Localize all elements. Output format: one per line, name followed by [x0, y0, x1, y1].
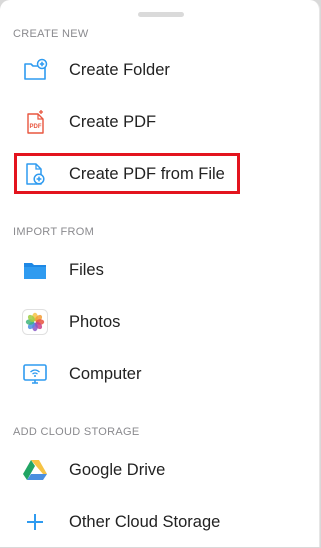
sheet-grabber-handle[interactable] — [138, 12, 184, 17]
create-pdf-item[interactable]: PDF Create PDF — [0, 96, 319, 148]
photos-label: Photos — [69, 313, 121, 331]
section-header-import-from: IMPORT FROM — [13, 226, 95, 238]
google-drive-icon — [23, 460, 47, 480]
photos-item[interactable]: Photos — [0, 296, 319, 348]
files-item[interactable]: Files — [0, 244, 319, 296]
create-folder-item[interactable]: Create Folder — [0, 44, 319, 96]
computer-label: Computer — [69, 365, 142, 383]
photos-app-icon — [22, 309, 48, 335]
svg-text:PDF: PDF — [30, 124, 42, 130]
monitor-wifi-icon — [23, 364, 47, 384]
google-drive-label: Google Drive — [69, 461, 166, 479]
files-folder-icon — [24, 263, 46, 279]
create-pdf-label: Create PDF — [69, 113, 157, 131]
section-header-add-cloud-storage: ADD CLOUD STORAGE — [13, 426, 140, 438]
google-drive-item[interactable]: Google Drive — [0, 444, 319, 496]
pdf-document-icon: PDF — [27, 110, 44, 134]
create-folder-label: Create Folder — [69, 61, 170, 79]
highlight-box — [14, 153, 240, 194]
other-cloud-storage-label: Other Cloud Storage — [69, 513, 221, 531]
folder-plus-icon — [24, 58, 48, 80]
files-label: Files — [69, 261, 104, 279]
other-cloud-storage-item[interactable]: Other Cloud Storage — [0, 496, 319, 548]
action-sheet: CREATE NEW Create Folder PDF Create PDF … — [0, 0, 320, 547]
section-header-create-new: CREATE NEW — [13, 28, 89, 40]
plus-icon — [27, 514, 43, 530]
computer-item[interactable]: Computer — [0, 348, 319, 400]
